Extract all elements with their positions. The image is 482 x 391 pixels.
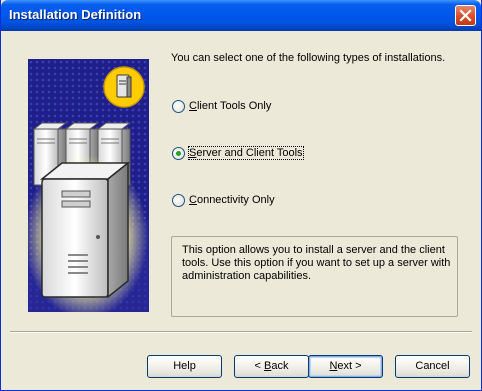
back-button[interactable]: < Back bbox=[234, 355, 309, 378]
radio-button[interactable] bbox=[172, 100, 185, 113]
radio-label-client-tools-only[interactable]: Client Tools Only bbox=[189, 100, 271, 112]
server-illustration bbox=[28, 59, 149, 312]
description-box: This option allows you to install a serv… bbox=[171, 236, 458, 317]
title-bar[interactable]: Installation Definition bbox=[1, 0, 481, 31]
radio-button[interactable] bbox=[172, 194, 185, 207]
close-icon bbox=[459, 9, 472, 22]
radio-button-selected[interactable] bbox=[172, 147, 185, 160]
radio-label-server-and-client-tools[interactable]: Server and Client Tools bbox=[188, 146, 304, 160]
radio-selected-dot bbox=[176, 151, 181, 156]
server-icon bbox=[103, 66, 145, 108]
window-title: Installation Definition bbox=[9, 7, 142, 22]
radio-label-connectivity-only[interactable]: Connectivity Only bbox=[189, 194, 275, 206]
close-button[interactable] bbox=[455, 5, 476, 26]
installation-illustration bbox=[28, 59, 149, 312]
intro-text: You can select one of the following type… bbox=[171, 52, 446, 64]
separator bbox=[10, 331, 472, 333]
description-text: This option allows you to install a serv… bbox=[182, 244, 451, 282]
next-button[interactable]: Next > bbox=[308, 355, 383, 378]
installation-dialog: Installation Definition You can select o… bbox=[0, 0, 482, 391]
help-button[interactable]: Help bbox=[147, 355, 222, 378]
server-tower-icon bbox=[39, 161, 131, 299]
cancel-button[interactable]: Cancel bbox=[395, 355, 470, 378]
